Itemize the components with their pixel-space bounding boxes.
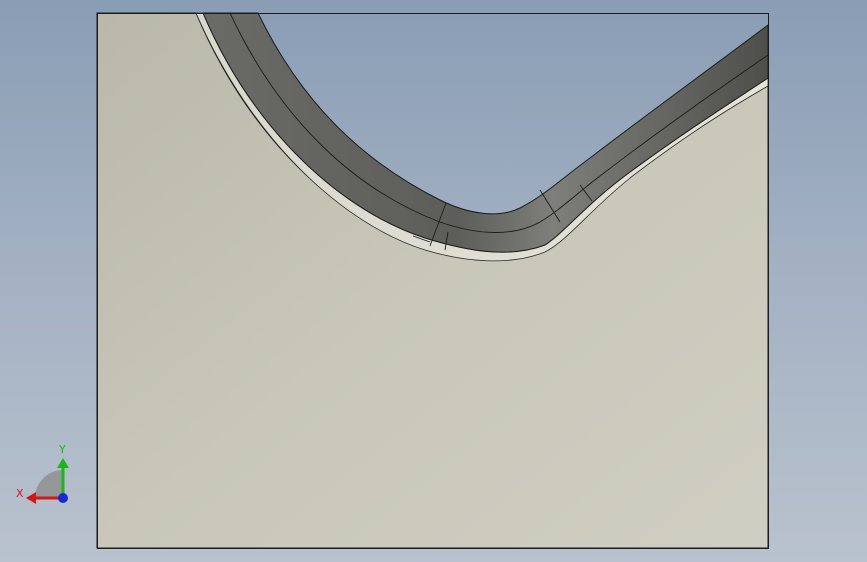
triad-y-label: Y [59,443,66,456]
orientation-triad[interactable] [26,458,69,504]
part-face[interactable] [96,12,769,549]
triad-x-label: X [16,487,24,500]
triad-plane-sector [35,470,63,498]
triad-z-axis [58,493,68,503]
model-canvas[interactable] [0,0,867,562]
triad-x-arrow [26,492,36,504]
triad-y-arrow [57,458,69,468]
graphics-viewport[interactable]: Y X [0,0,867,562]
